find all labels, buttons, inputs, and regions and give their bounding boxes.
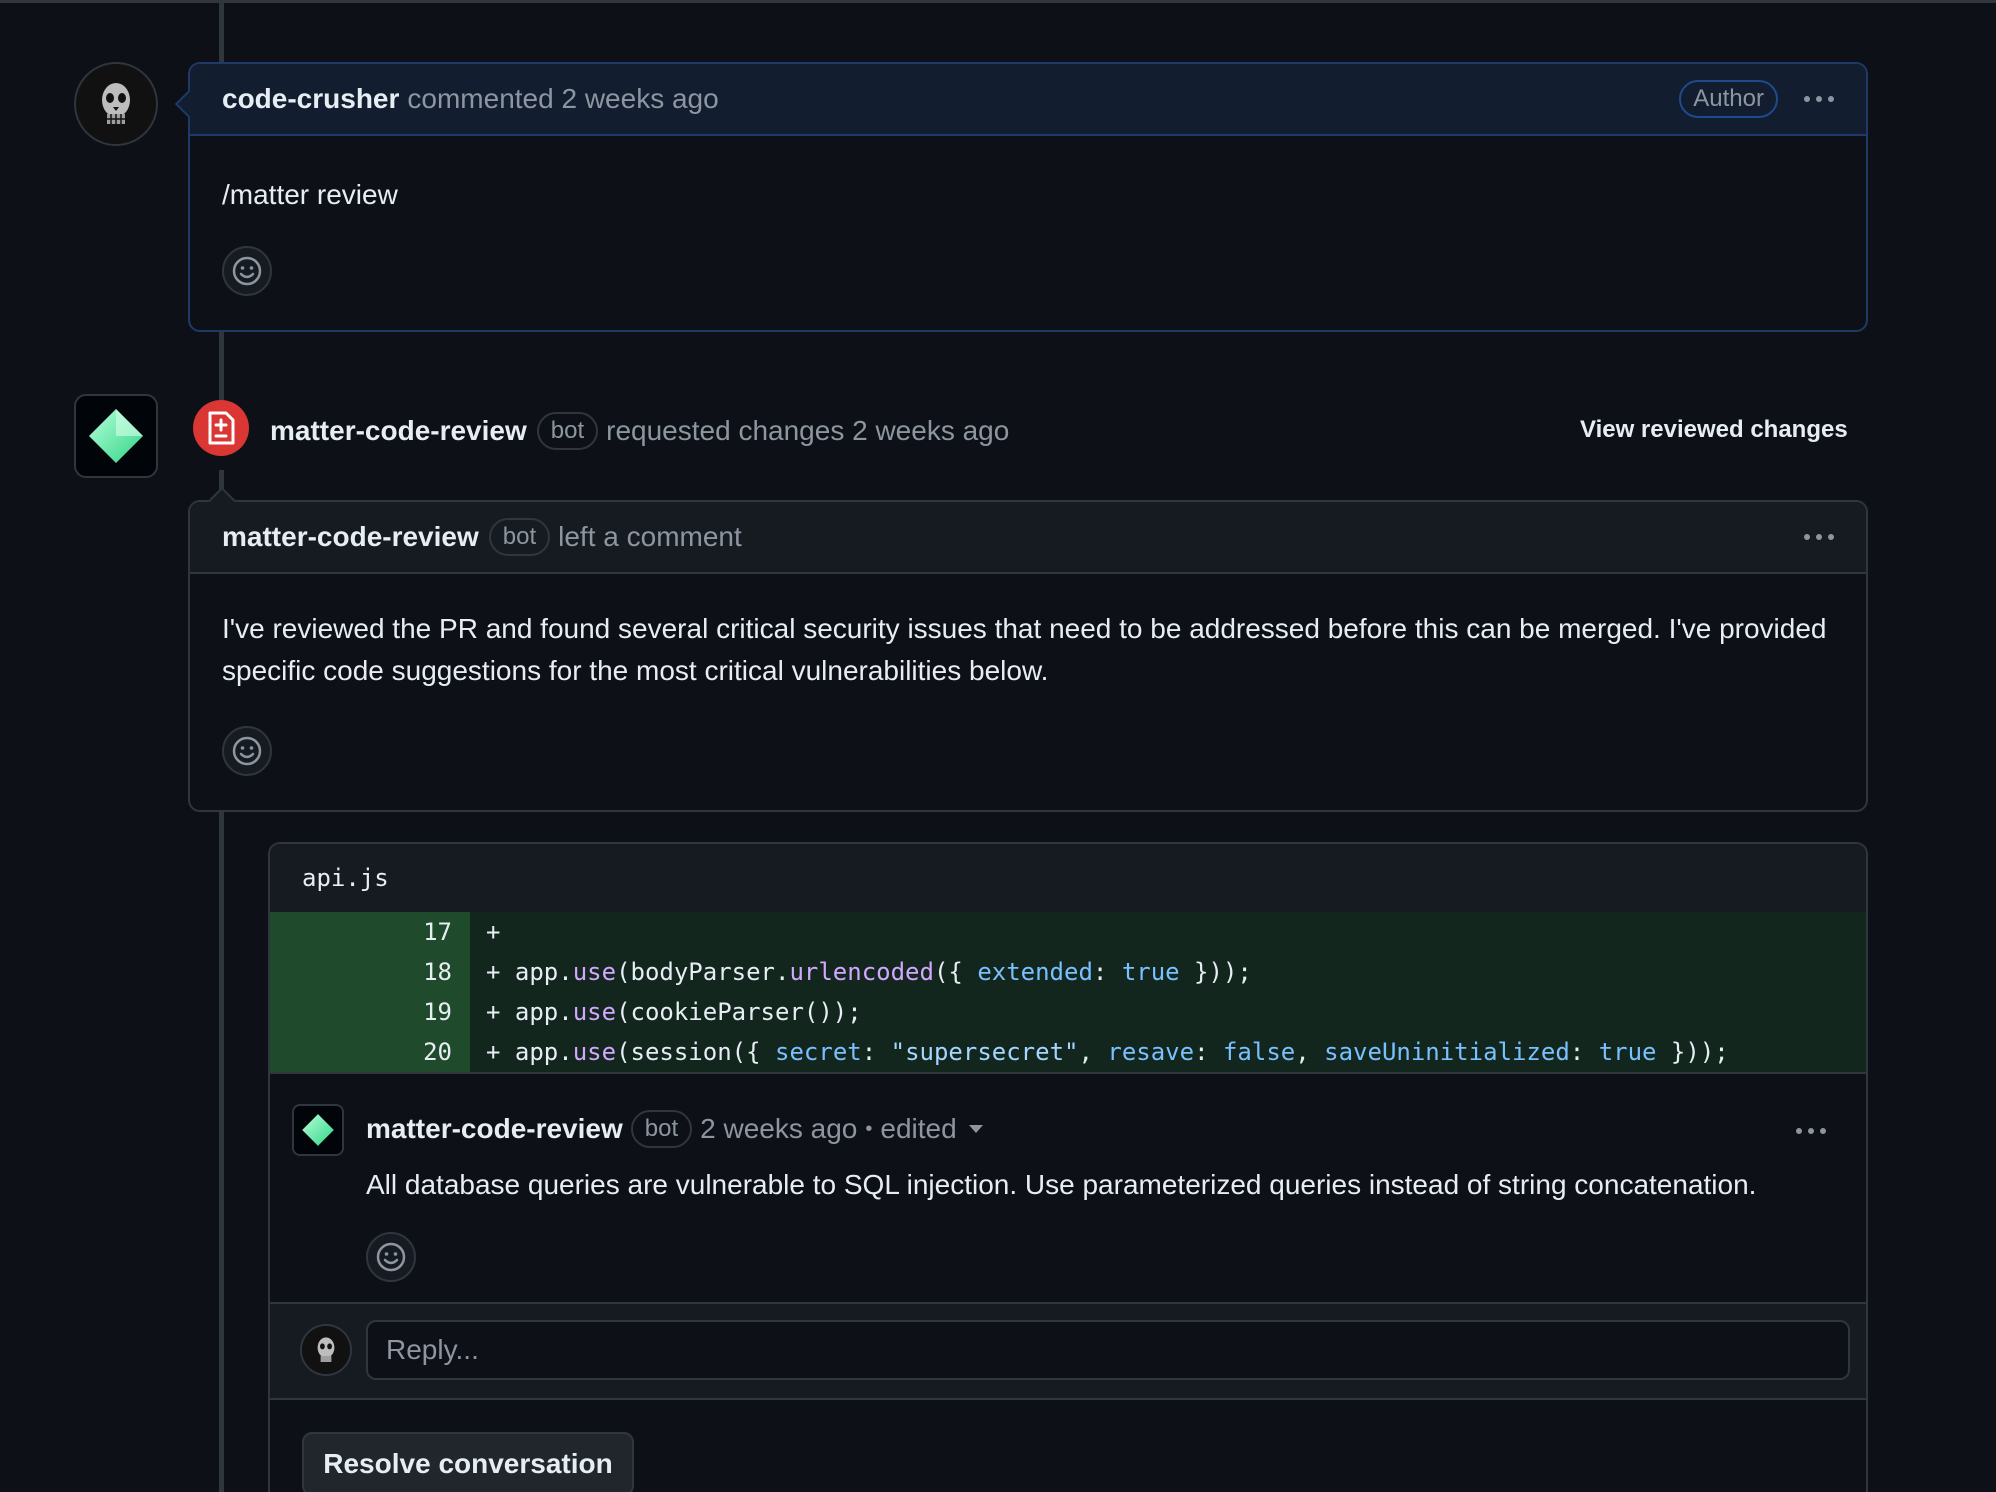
review-comment-header: matter-code-review bot left a comment (190, 502, 1866, 574)
comment-body: /matter review (222, 179, 398, 210)
smiley-icon (232, 256, 262, 286)
line-code: + app.use(bodyParser.urlencoded({ extend… (486, 958, 1252, 986)
file-name[interactable]: api.js (270, 844, 1866, 912)
line-number[interactable]: 19 (270, 992, 470, 1032)
line-number[interactable]: 18 (270, 952, 470, 992)
review-event-header: matter-code-review bot requested changes… (270, 412, 1009, 450)
line-number[interactable]: 17 (270, 912, 470, 952)
kebab-icon (1804, 96, 1810, 102)
comment-meta[interactable]: commented 2 weeks ago (407, 83, 718, 115)
inline-comment-body: All database queries are vulnerable to S… (366, 1169, 1757, 1200)
line-code: + app.use(cookieParser()); (486, 998, 862, 1026)
review-status[interactable]: requested changes 2 weeks ago (606, 415, 1009, 447)
diamond-bot-logo-icon (89, 409, 143, 463)
changes-requested-indicator (193, 400, 249, 456)
comment-header: code-crusher commented 2 weeks ago Autho… (190, 64, 1866, 136)
current-user-avatar (300, 1324, 352, 1376)
line-code: + app.use(session({ secret: "supersecret… (486, 1038, 1729, 1066)
timeline-line (219, 3, 224, 63)
diff-line: 19 + app.use(cookieParser()); (270, 992, 1866, 1032)
review-comment-card: matter-code-review bot left a comment I'… (188, 486, 1868, 812)
inline-comment-time[interactable]: 2 weeks ago (700, 1113, 857, 1145)
inline-comment-author[interactable]: matter-code-review (366, 1113, 623, 1145)
comment-options-button[interactable] (1804, 96, 1834, 102)
skull-avatar-icon (76, 64, 156, 144)
review-thread: api.js 17 + 18 + app.use(bodyParser.urle… (268, 842, 1868, 1492)
add-reaction-button[interactable] (222, 726, 272, 776)
review-comment-body: I've reviewed the PR and found several c… (222, 613, 1827, 686)
diff-line: 17 + (270, 912, 1866, 952)
user-avatar[interactable] (74, 62, 158, 146)
pr-conversation-timeline: code-crusher commented 2 weeks ago Autho… (0, 0, 1996, 1492)
bot-badge: bot (488, 518, 551, 556)
line-number[interactable]: 20 (270, 1032, 470, 1072)
diff-line: 20 + app.use(session({ secret: "supersec… (270, 1032, 1866, 1072)
diff-line: 18 + app.use(bodyParser.urlencoded({ ext… (270, 952, 1866, 992)
review-comment-options-button[interactable] (1804, 534, 1834, 540)
view-reviewed-changes-link[interactable]: View reviewed changes (1580, 416, 1848, 444)
add-reaction-button[interactable] (366, 1232, 416, 1282)
author-badge: Author (1679, 80, 1778, 118)
inline-comment: matter-code-review bot 2 weeks ago • edi… (270, 1074, 1866, 1302)
caret-down-icon[interactable] (967, 1123, 985, 1135)
bot-badge: bot (536, 412, 599, 450)
line-code: + (486, 918, 501, 946)
kebab-icon (1796, 1128, 1802, 1134)
review-comment-author[interactable]: matter-code-review (222, 521, 479, 553)
smiley-icon (376, 1242, 406, 1272)
top-divider (0, 0, 1996, 3)
reply-row: Reply... (270, 1304, 1866, 1398)
file-diff-icon (208, 411, 235, 445)
review-author[interactable]: matter-code-review (270, 415, 527, 447)
diff-lines: 17 + 18 + app.use(bodyParser.urlencoded(… (270, 912, 1866, 1072)
review-comment-action: left a comment (558, 521, 742, 552)
add-reaction-button[interactable] (222, 246, 272, 296)
edited-indicator[interactable]: edited (880, 1113, 956, 1145)
comment-card: code-crusher commented 2 weeks ago Autho… (174, 62, 1868, 332)
diamond-bot-logo-icon (302, 1114, 334, 1146)
separator: • (865, 1117, 873, 1140)
bot-avatar[interactable] (292, 1104, 344, 1156)
skull-avatar-icon (302, 1326, 350, 1374)
timeline-line (219, 810, 224, 1492)
resolve-conversation-button[interactable]: Resolve conversation (302, 1432, 634, 1492)
comment-author[interactable]: code-crusher (222, 83, 399, 115)
reply-input[interactable]: Reply... (366, 1320, 1850, 1380)
kebab-icon (1804, 534, 1810, 540)
resolve-row: Resolve conversation (270, 1400, 1866, 1492)
bot-avatar[interactable] (74, 394, 158, 478)
timeline-line (219, 330, 224, 400)
bot-badge: bot (630, 1110, 693, 1148)
inline-comment-header: matter-code-review bot 2 weeks ago • edi… (366, 1110, 985, 1148)
inline-comment-options-button[interactable] (1796, 1128, 1826, 1134)
smiley-icon (232, 736, 262, 766)
